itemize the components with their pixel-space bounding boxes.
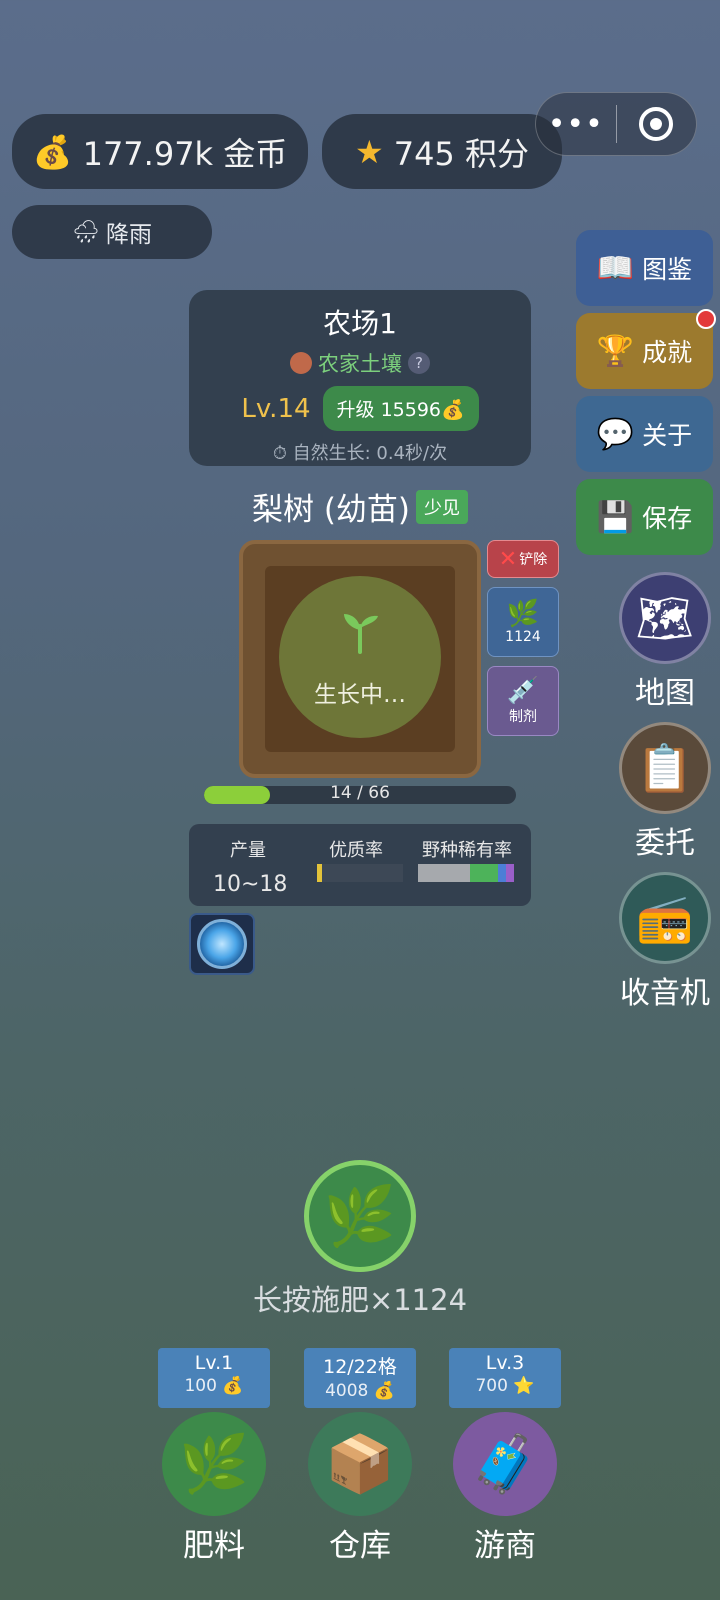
help-icon[interactable]: ? [408, 352, 430, 374]
close-program-button[interactable] [617, 107, 697, 141]
radio-label: 收音机 [620, 976, 710, 1011]
warehouse-label: 仓库 [329, 1528, 391, 1564]
growth-rate: ⏱ 自然生长: 0.4秒/次 [272, 443, 448, 464]
warehouse-capacity: 12/22格 [323, 1356, 397, 1378]
about-label: 关于 [642, 421, 693, 450]
yield-stat: 产量 10~18 [213, 836, 288, 897]
warehouse-button[interactable]: 📦 [308, 1412, 412, 1516]
speech-bubble-icon: 💬 [596, 416, 635, 452]
fertilize-button[interactable]: 🌿 [304, 1160, 416, 1272]
farm-info-card: 农场1 农家土壤 ? Lv.14 升级 15596💰 ⏱ 自然生长: 0.4秒/… [189, 290, 531, 466]
plot-soil: 生长中… [265, 566, 455, 752]
coin-text: 177.97k 金币 [82, 134, 288, 173]
wild-label: 野种稀有率 [422, 840, 512, 861]
save-button[interactable]: 💾 保存 [576, 479, 713, 555]
book-label: 图鉴 [642, 255, 693, 284]
merchant-cost: 700 ⭐ [475, 1376, 535, 1396]
wild-bar-uncommon [470, 864, 498, 882]
branch-icon: 🌿 [179, 1432, 249, 1497]
rarity-badge: 少见 [416, 489, 469, 524]
miniprogram-capsule: ••• [535, 92, 697, 156]
agent-label: 制剂 [509, 709, 537, 725]
wild-bar-epic [506, 864, 514, 882]
farm-plot[interactable]: 生长中… [239, 540, 481, 778]
merchant-label: 游商 [474, 1528, 536, 1564]
level-row: Lv.14 升级 15596💰 [189, 386, 531, 431]
branch-icon: 🌿 [323, 1181, 397, 1250]
plot-fertilizer-button[interactable]: 🌿 1124 [487, 587, 559, 657]
quality-stat: 优质率 [311, 836, 401, 862]
book-button[interactable]: 📖 图鉴 [576, 230, 713, 306]
suitcase-icon: 🧳 [470, 1432, 540, 1497]
radio-button[interactable]: 📻 收音机 [610, 872, 720, 1012]
fertilizer-cost: 100 💰 [184, 1376, 244, 1396]
soil-type: 农家土壤 [318, 352, 402, 376]
yield-label: 产量 [230, 840, 266, 861]
warehouse-tag: 12/22格 4008 💰 [304, 1348, 416, 1408]
quality-label: 优质率 [329, 840, 383, 861]
notification-dot [696, 309, 716, 329]
coin-balance: 💰 177.97k 金币 [12, 114, 308, 189]
more-menu-icon[interactable]: ••• [536, 107, 616, 142]
fertilizer-tag: Lv.1 100 💰 [158, 1348, 270, 1408]
achievement-button[interactable]: 🏆 成就 [576, 313, 713, 389]
plant-title-row: 梨树 (幼苗) 少见 [230, 484, 490, 529]
water-orb-icon [197, 919, 247, 969]
clipboard-icon: 📋 [619, 722, 711, 814]
merchant-level: Lv.3 [485, 1352, 525, 1374]
quality-bar-fill [317, 864, 322, 882]
plant-circle: 生长中… [279, 576, 441, 738]
wild-bar-rare [498, 864, 506, 882]
radio-icon: 📻 [619, 872, 711, 964]
book-icon: 📖 [596, 250, 635, 286]
progress-text: 14 / 66 [330, 783, 390, 803]
target-icon [639, 107, 674, 141]
yield-value: 10~18 [213, 872, 288, 897]
weather-indicator: 🌧 降雨 [12, 205, 212, 259]
cross-icon: ✕ [498, 546, 518, 572]
trophy-icon: 🏆 [596, 333, 635, 369]
fertilizer-label: 肥料 [183, 1528, 245, 1564]
rain-cloud-icon: 🌧 [72, 219, 100, 245]
upgrade-button[interactable]: 升级 15596💰 [322, 386, 479, 431]
save-label: 保存 [642, 504, 693, 533]
merchant-button[interactable]: 🧳 [453, 1412, 557, 1516]
farm-level: Lv.14 [241, 393, 311, 424]
map-label: 地图 [635, 676, 695, 711]
merchant-tag: Lv.3 700 ⭐ [449, 1348, 561, 1408]
wild-bar-common [418, 864, 470, 882]
points-balance: ★ 745 积分 [322, 114, 562, 189]
box-icon: 📦 [325, 1432, 395, 1497]
quality-bar [317, 864, 403, 882]
floppy-disk-icon: 💾 [596, 499, 635, 535]
soil-icon [290, 352, 312, 374]
about-button[interactable]: 💬 关于 [576, 396, 713, 472]
fertilizer-level: Lv.1 [194, 1352, 234, 1374]
syringe-icon: 💉 [506, 676, 540, 706]
plant-name: 梨树 (幼苗) [251, 492, 411, 528]
map-icon: 🗺 [619, 572, 711, 664]
weather-text: 降雨 [105, 222, 152, 248]
branch-icon: 🌿 [506, 599, 540, 629]
money-bag-icon: 💰 [32, 132, 73, 171]
remove-plant-button[interactable]: ✕ 铲除 [487, 540, 559, 578]
commission-button[interactable]: 📋 委托 [610, 722, 720, 862]
fertilizer-count: 1124 [505, 629, 541, 645]
points-text: 745 积分 [393, 134, 529, 173]
fertilizer-shop-button[interactable]: 🌿 [162, 1412, 266, 1516]
map-button[interactable]: 🗺 地图 [610, 572, 720, 712]
growth-status: 生长中… [314, 681, 406, 708]
wild-stat: 野种稀有率 [411, 836, 523, 862]
warehouse-cost: 4008 💰 [325, 1381, 395, 1401]
achievement-label: 成就 [642, 338, 693, 367]
commission-label: 委托 [635, 826, 695, 861]
sprout-icon [338, 606, 382, 661]
soil-row: 农家土壤 ? [189, 348, 531, 378]
star-icon: ★ [355, 132, 384, 171]
agent-button[interactable]: 💉 制剂 [487, 666, 559, 736]
farm-title: 农场1 [323, 307, 397, 340]
fertilize-label: 长按施肥×1124 [252, 1283, 468, 1317]
remove-label: 铲除 [519, 552, 548, 568]
water-buff-icon[interactable] [189, 913, 255, 975]
